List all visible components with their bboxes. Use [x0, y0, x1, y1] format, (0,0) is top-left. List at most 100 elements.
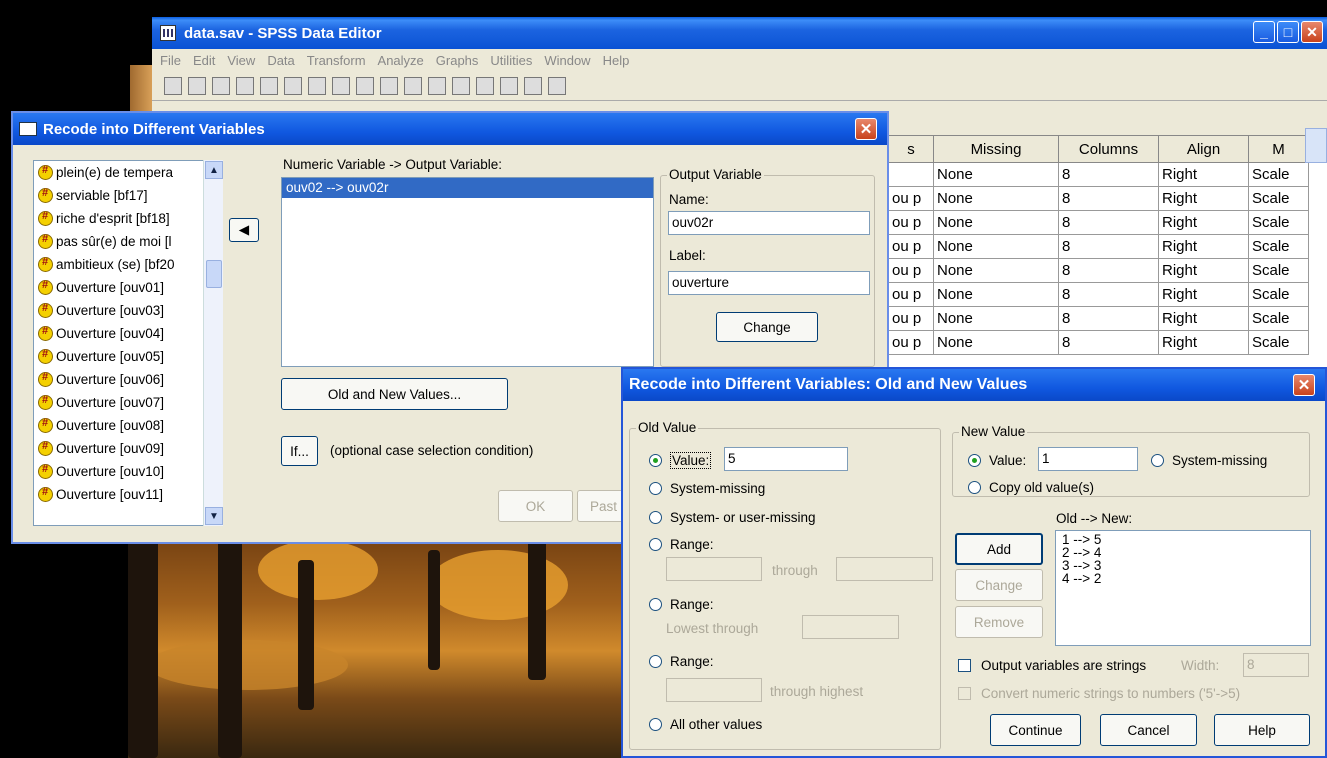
- change-button[interactable]: Change: [716, 312, 818, 342]
- table-cell[interactable]: 8: [1058, 330, 1159, 355]
- if-button[interactable]: If...: [281, 436, 318, 466]
- table-cell[interactable]: None: [933, 306, 1059, 331]
- table-cell[interactable]: 8: [1058, 258, 1159, 283]
- variable-list-item[interactable]: Ouverture [ouv11]: [34, 483, 222, 506]
- variable-list-item[interactable]: Ouverture [ouv03]: [34, 299, 222, 322]
- new-value-field[interactable]: 1: [1038, 447, 1138, 471]
- old-system-missing-radio[interactable]: System-missing: [649, 481, 765, 496]
- table-cell[interactable]: Scale: [1248, 210, 1309, 235]
- table-cell[interactable]: Scale: [1248, 330, 1309, 355]
- old-new-values-button[interactable]: Old and New Values...: [281, 378, 508, 410]
- scroll-thumb[interactable]: [206, 260, 222, 288]
- table-cell[interactable]: ou p: [888, 330, 934, 355]
- old-new-close-button[interactable]: ✕: [1293, 374, 1315, 396]
- grid-header[interactable]: Columns: [1058, 135, 1159, 163]
- weight-cases-icon[interactable]: [476, 76, 494, 95]
- table-cell[interactable]: None: [933, 282, 1059, 307]
- variable-list-item[interactable]: pas sûr(e) de moi [l: [34, 230, 222, 253]
- open-icon[interactable]: [164, 76, 182, 95]
- menu-window[interactable]: Window: [544, 53, 590, 68]
- grid-header[interactable]: Align: [1158, 135, 1249, 163]
- variable-list-scrollbar[interactable]: ▲ ▼: [203, 160, 223, 526]
- cancel-button[interactable]: Cancel: [1100, 714, 1197, 746]
- copy-old-value-radio[interactable]: Copy old value(s): [968, 480, 1094, 495]
- menu-analyze[interactable]: Analyze: [378, 53, 424, 68]
- mapping-item[interactable]: ouv02 --> ouv02r: [282, 178, 653, 198]
- table-cell[interactable]: 8: [1058, 210, 1159, 235]
- table-cell[interactable]: 8: [1058, 162, 1159, 187]
- recode-dialog-title-bar[interactable]: Recode into Different Variables: [13, 113, 887, 145]
- name-field[interactable]: ouv02r: [668, 211, 870, 235]
- table-cell[interactable]: Scale: [1248, 306, 1309, 331]
- source-variable-list[interactable]: plein(e) de tempera serviable [bf17] riche…: [33, 160, 223, 526]
- insert-variable-icon[interactable]: [428, 76, 446, 95]
- table-cell[interactable]: 8: [1058, 186, 1159, 211]
- menu-edit[interactable]: Edit: [193, 53, 215, 68]
- numeric-variable-list[interactable]: ouv02 --> ouv02r: [281, 177, 654, 367]
- variable-list-item[interactable]: ambitieux (se) [bf20: [34, 253, 222, 276]
- table-cell[interactable]: Right: [1158, 186, 1249, 211]
- variable-list-item[interactable]: Ouverture [ouv06]: [34, 368, 222, 391]
- grid-header[interactable]: M: [1248, 135, 1309, 163]
- table-cell[interactable]: Scale: [1248, 186, 1309, 211]
- redo-icon[interactable]: [284, 76, 302, 95]
- table-cell[interactable]: ou p: [888, 186, 934, 211]
- table-cell[interactable]: ou p: [888, 258, 934, 283]
- table-cell[interactable]: Scale: [1248, 282, 1309, 307]
- table-cell[interactable]: 8: [1058, 282, 1159, 307]
- table-cell[interactable]: Right: [1158, 282, 1249, 307]
- table-cell[interactable]: Right: [1158, 234, 1249, 259]
- new-value-radio[interactable]: Value:: [968, 453, 1026, 468]
- table-cell[interactable]: Scale: [1248, 258, 1309, 283]
- table-cell[interactable]: None: [933, 186, 1059, 211]
- list-item[interactable]: 4 --> 2: [1062, 572, 1304, 586]
- select-cases-icon[interactable]: [500, 76, 518, 95]
- grid-header[interactable]: Missing: [933, 135, 1059, 163]
- variables-icon[interactable]: [356, 76, 374, 95]
- width-field[interactable]: 8: [1243, 653, 1309, 677]
- variable-list-item[interactable]: Ouverture [ouv09]: [34, 437, 222, 460]
- move-variable-button[interactable]: ◀: [229, 218, 259, 242]
- table-cell[interactable]: Scale: [1248, 234, 1309, 259]
- range-radio[interactable]: Range:: [649, 537, 714, 552]
- menu-utilities[interactable]: Utilities: [490, 53, 532, 68]
- range-to-field[interactable]: [836, 557, 933, 581]
- through-highest-field[interactable]: [666, 678, 762, 702]
- table-cell[interactable]: ou p: [888, 234, 934, 259]
- minimize-button[interactable]: _: [1253, 21, 1275, 43]
- old-new-list[interactable]: 1 --> 5 2 --> 4 3 --> 3 4 --> 2: [1055, 530, 1311, 646]
- grid-scroll-up[interactable]: [1305, 128, 1327, 163]
- variable-list-item[interactable]: Ouverture [ouv05]: [34, 345, 222, 368]
- goto-case-icon[interactable]: [332, 76, 350, 95]
- table-cell[interactable]: ou p: [888, 210, 934, 235]
- dialog-recall-icon[interactable]: [236, 76, 254, 95]
- table-cell[interactable]: ou p: [888, 282, 934, 307]
- spss-title-bar[interactable]: data.sav - SPSS Data Editor _ □ ✕: [152, 17, 1327, 49]
- table-cell[interactable]: Right: [1158, 162, 1249, 187]
- ok-button[interactable]: OK: [498, 490, 573, 522]
- table-cell[interactable]: None: [933, 258, 1059, 283]
- variable-list-item[interactable]: Ouverture [ouv07]: [34, 391, 222, 414]
- range-from-field[interactable]: [666, 557, 762, 581]
- variable-list-item[interactable]: Ouverture [ouv10]: [34, 460, 222, 483]
- menu-data[interactable]: Data: [267, 53, 294, 68]
- continue-button[interactable]: Continue: [990, 714, 1081, 746]
- variable-list-item[interactable]: Ouverture [ouv01]: [34, 276, 222, 299]
- table-cell[interactable]: Right: [1158, 258, 1249, 283]
- variable-list-item[interactable]: serviable [bf17]: [34, 184, 222, 207]
- menu-file[interactable]: File: [160, 53, 181, 68]
- variable-list-item[interactable]: Ouverture [ouv04]: [34, 322, 222, 345]
- value-labels-icon[interactable]: [524, 76, 542, 95]
- maximize-button[interactable]: □: [1277, 21, 1299, 43]
- menu-view[interactable]: View: [227, 53, 255, 68]
- scroll-up-icon[interactable]: ▲: [205, 161, 223, 179]
- change-pair-button[interactable]: Change: [955, 569, 1043, 601]
- variable-list-item[interactable]: riche d'esprit [bf18]: [34, 207, 222, 230]
- menu-transform[interactable]: Transform: [307, 53, 366, 68]
- paste-button[interactable]: Past: [577, 490, 625, 522]
- grid-header[interactable]: s: [888, 135, 934, 163]
- close-button[interactable]: ✕: [1301, 21, 1323, 43]
- menu-graphs[interactable]: Graphs: [436, 53, 479, 68]
- label-field[interactable]: ouverture: [668, 271, 870, 295]
- undo-icon[interactable]: [260, 76, 278, 95]
